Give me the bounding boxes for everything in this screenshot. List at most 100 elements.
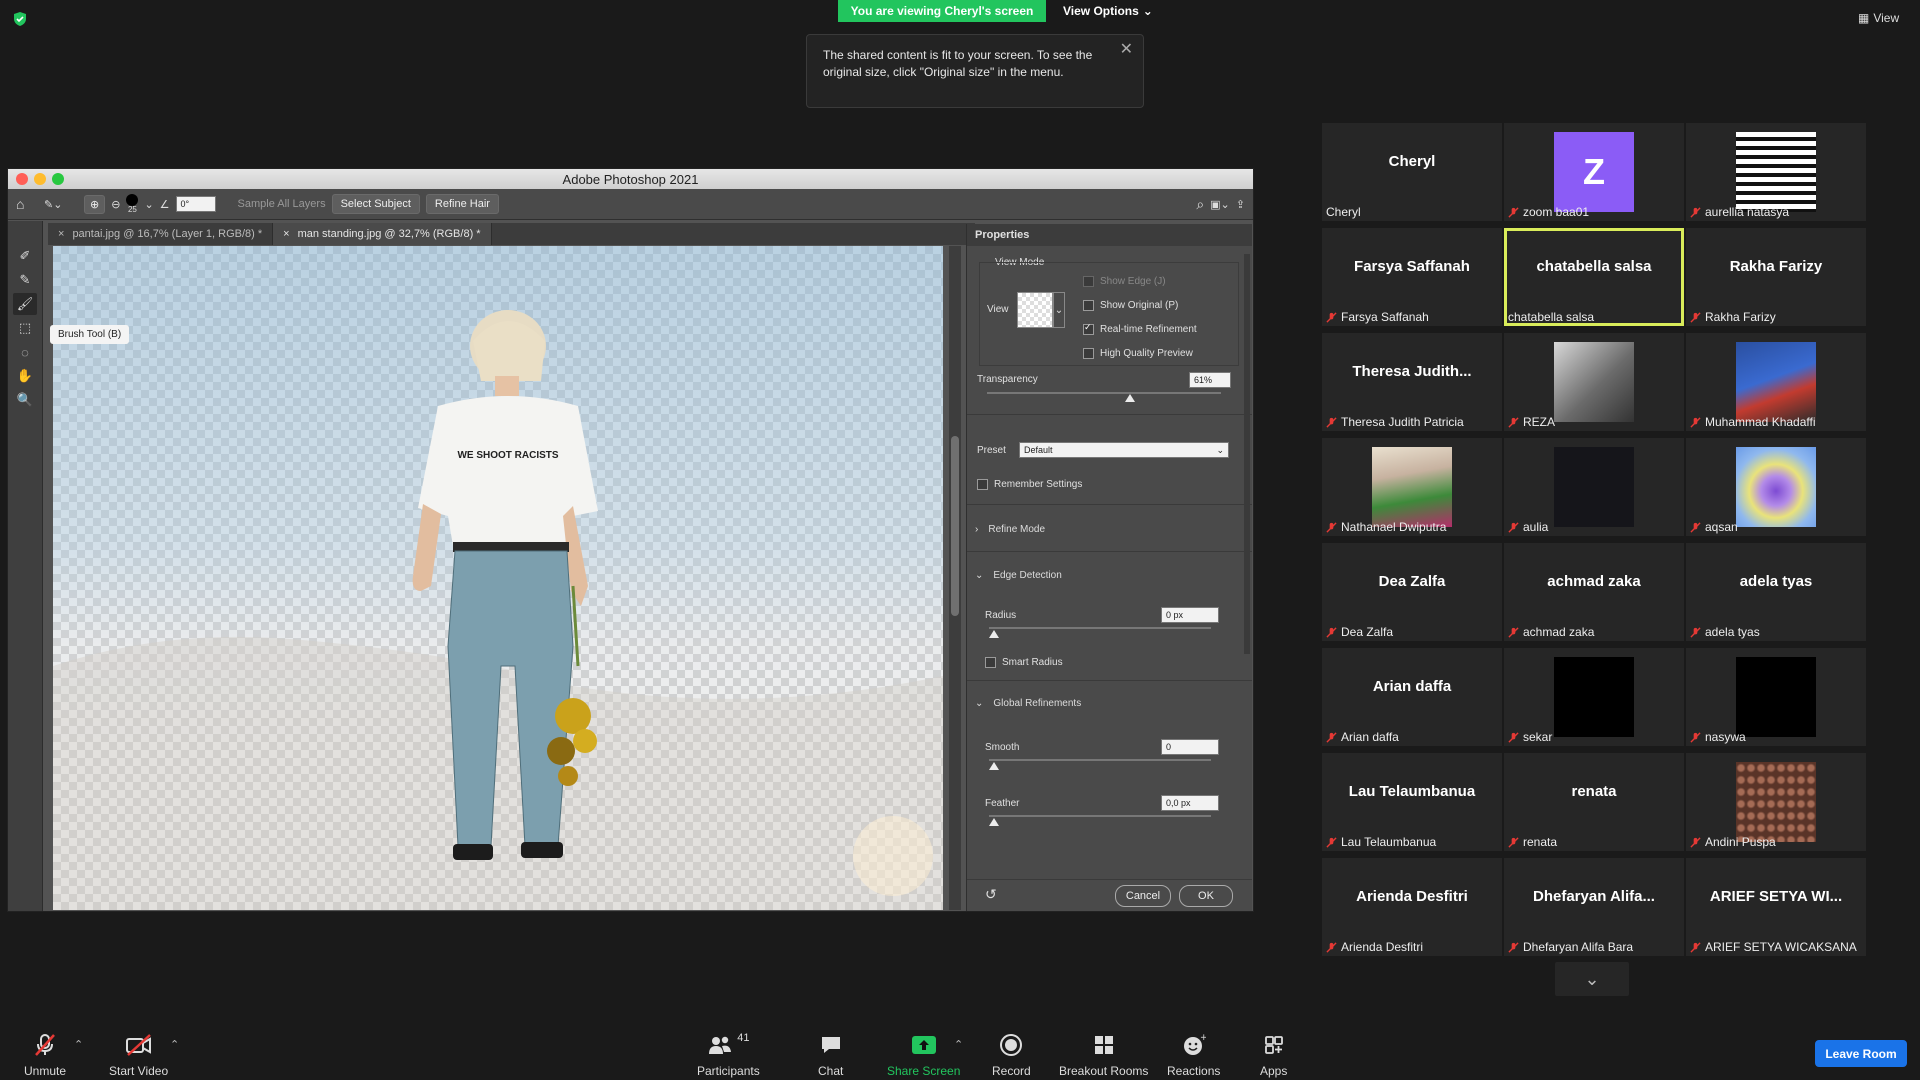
hand-tool-icon[interactable]: ✋: [13, 365, 37, 387]
share-icon[interactable]: ⇪: [1236, 198, 1245, 211]
document-canvas[interactable]: WE SHOOT RACISTS: [53, 246, 943, 910]
ok-button[interactable]: OK: [1179, 885, 1233, 907]
participant-tile[interactable]: achmad zaka achmad zaka: [1504, 543, 1684, 641]
participant-tile[interactable]: Muhammad Khadaffi: [1686, 333, 1866, 431]
participant-tile[interactable]: REZA: [1504, 333, 1684, 431]
participant-tile[interactable]: Cheryl Cheryl: [1322, 123, 1502, 221]
participant-tile[interactable]: sekar: [1504, 648, 1684, 746]
transparency-input[interactable]: 61%: [1189, 372, 1231, 388]
angle-input[interactable]: 0°: [175, 196, 216, 212]
participant-tile[interactable]: Theresa Judith... Theresa Judith Patricia: [1322, 333, 1502, 431]
select-subject-button[interactable]: Select Subject: [331, 194, 420, 214]
smooth-slider-knob[interactable]: [989, 762, 999, 770]
participant-tile[interactable]: Farsya Saffanah Farsya Saffanah: [1322, 228, 1502, 326]
participant-tile[interactable]: Arienda Desfitri Arienda Desfitri: [1322, 858, 1502, 956]
participant-tile[interactable]: Dea Zalfa Dea Zalfa: [1322, 543, 1502, 641]
apps-button[interactable]: Apps: [1260, 1032, 1287, 1078]
sample-all-layers-checkbox[interactable]: Sample All Layers: [238, 198, 326, 210]
chevron-down-icon[interactable]: ⌄: [144, 198, 153, 211]
lasso-tool-icon[interactable]: ◌: [13, 341, 37, 363]
participant-tile[interactable]: aulia: [1504, 438, 1684, 536]
vertical-scrollbar[interactable]: [949, 246, 961, 910]
brush-tool-icon[interactable]: 🖌: [13, 293, 37, 315]
view-button[interactable]: ▦ View: [1858, 11, 1899, 25]
quick-selection-tool-icon[interactable]: ✐: [13, 245, 37, 267]
security-shield-icon[interactable]: [12, 11, 28, 27]
participant-tile[interactable]: adela tyas adela tyas: [1686, 543, 1866, 641]
cancel-button[interactable]: Cancel: [1115, 885, 1171, 907]
radius-slider-knob[interactable]: [989, 630, 999, 638]
search-icon[interactable]: ⌕: [1196, 196, 1204, 213]
tab-pantai[interactable]: × pantai.jpg @ 16,7% (Layer 1, RGB/8) *: [48, 223, 274, 245]
show-original-checkbox[interactable]: [1083, 300, 1094, 311]
smart-radius-option[interactable]: Smart Radius: [985, 657, 1063, 668]
audio-options-caret-icon[interactable]: ⌃: [74, 1038, 83, 1051]
smooth-slider[interactable]: [989, 759, 1211, 761]
refine-mode-section[interactable]: › Refine Mode: [975, 524, 1045, 535]
refine-hair-button[interactable]: Refine Hair: [425, 194, 499, 214]
view-mode-thumbnail[interactable]: [1017, 292, 1053, 328]
participant-tile[interactable]: chatabella salsa chatabella salsa: [1504, 228, 1684, 326]
participant-tile[interactable]: nasywa: [1686, 648, 1866, 746]
edge-detection-section[interactable]: ⌄ Edge Detection: [975, 570, 1062, 581]
subtract-from-selection-icon[interactable]: ⊖: [111, 198, 120, 211]
radius-input[interactable]: 0 px: [1161, 607, 1219, 623]
close-tab-icon[interactable]: ×: [283, 228, 289, 240]
breakout-rooms-button[interactable]: Breakout Rooms: [1059, 1032, 1148, 1078]
participant-tile[interactable]: Arian daffa Arian daffa: [1322, 648, 1502, 746]
radius-slider[interactable]: [989, 627, 1211, 629]
show-edge-checkbox[interactable]: [1083, 276, 1094, 287]
show-original-option[interactable]: Show Original (P): [1083, 300, 1178, 311]
minimize-window-icon[interactable]: [34, 173, 46, 185]
tab-man-standing[interactable]: × man standing.jpg @ 32,7% (RGB/8) *: [273, 223, 492, 245]
close-window-icon[interactable]: [16, 173, 28, 185]
participant-tile[interactable]: Dhefaryan Alifa... Dhefaryan Alifa Bara: [1504, 858, 1684, 956]
hq-preview-option[interactable]: High Quality Preview: [1083, 348, 1193, 359]
smooth-input[interactable]: 0: [1161, 739, 1219, 755]
zoom-tool-icon[interactable]: 🔍: [13, 389, 37, 411]
global-refinements-section[interactable]: ⌄ Global Refinements: [975, 698, 1081, 709]
feather-slider-knob[interactable]: [989, 818, 999, 826]
chat-button[interactable]: Chat: [818, 1032, 843, 1078]
object-selection-tool-icon[interactable]: ⬚: [13, 317, 37, 339]
close-tab-icon[interactable]: ×: [58, 228, 64, 240]
home-icon[interactable]: ⌂: [16, 196, 38, 212]
quick-selection-preset-icon[interactable]: ✎⌄: [44, 198, 78, 211]
chevron-down-icon[interactable]: ⌄: [1555, 962, 1629, 996]
close-icon[interactable]: ✕: [1120, 41, 1133, 58]
share-options-caret-icon[interactable]: ⌃: [954, 1038, 963, 1051]
transparency-slider[interactable]: [987, 392, 1221, 394]
unmute-button[interactable]: Unmute: [24, 1032, 66, 1078]
chevron-down-icon[interactable]: ⌄: [1053, 292, 1065, 328]
transparency-slider-knob[interactable]: [1125, 394, 1135, 402]
maximize-window-icon[interactable]: [52, 173, 64, 185]
remember-settings-checkbox[interactable]: [977, 479, 988, 490]
participant-tile[interactable]: Andini Puspa: [1686, 753, 1866, 851]
participant-tile[interactable]: ARIEF SETYA WI... ARIEF SETYA WICAKSANA: [1686, 858, 1866, 956]
refine-edge-brush-icon[interactable]: ✎: [13, 269, 37, 291]
reactions-button[interactable]: + Reactions: [1167, 1032, 1220, 1078]
participant-tile[interactable]: aqsan: [1686, 438, 1866, 536]
show-edge-option[interactable]: Show Edge (J): [1083, 276, 1166, 287]
realtime-refinement-checkbox[interactable]: [1083, 322, 1094, 335]
feather-input[interactable]: 0,0 px: [1161, 795, 1219, 811]
panel-scrollbar[interactable]: [1244, 254, 1250, 654]
smart-radius-checkbox[interactable]: [985, 657, 996, 668]
add-to-selection-icon[interactable]: ⊕: [84, 194, 106, 214]
video-options-caret-icon[interactable]: ⌃: [170, 1038, 179, 1051]
remember-settings-option[interactable]: Remember Settings: [977, 479, 1082, 490]
scrollbar-thumb[interactable]: [951, 436, 959, 616]
participant-tile[interactable]: renata renata: [1504, 753, 1684, 851]
participants-button[interactable]: 41 Participants: [697, 1032, 760, 1078]
preset-dropdown[interactable]: Default ⌄: [1019, 442, 1229, 458]
feather-slider[interactable]: [989, 815, 1211, 817]
share-screen-button[interactable]: Share Screen: [887, 1032, 960, 1078]
record-button[interactable]: Record: [992, 1032, 1031, 1078]
participant-tile[interactable]: aurellia natasya: [1686, 123, 1866, 221]
brush-size-picker[interactable]: 25: [126, 194, 139, 214]
participant-tile[interactable]: Lau Telaumbanua Lau Telaumbanua: [1322, 753, 1502, 851]
hq-preview-checkbox[interactable]: [1083, 348, 1094, 359]
participant-tile[interactable]: Zzoom baa01: [1504, 123, 1684, 221]
realtime-refinement-option[interactable]: Real-time Refinement: [1083, 322, 1197, 335]
view-options-button[interactable]: View Options ⌄: [1063, 0, 1163, 22]
